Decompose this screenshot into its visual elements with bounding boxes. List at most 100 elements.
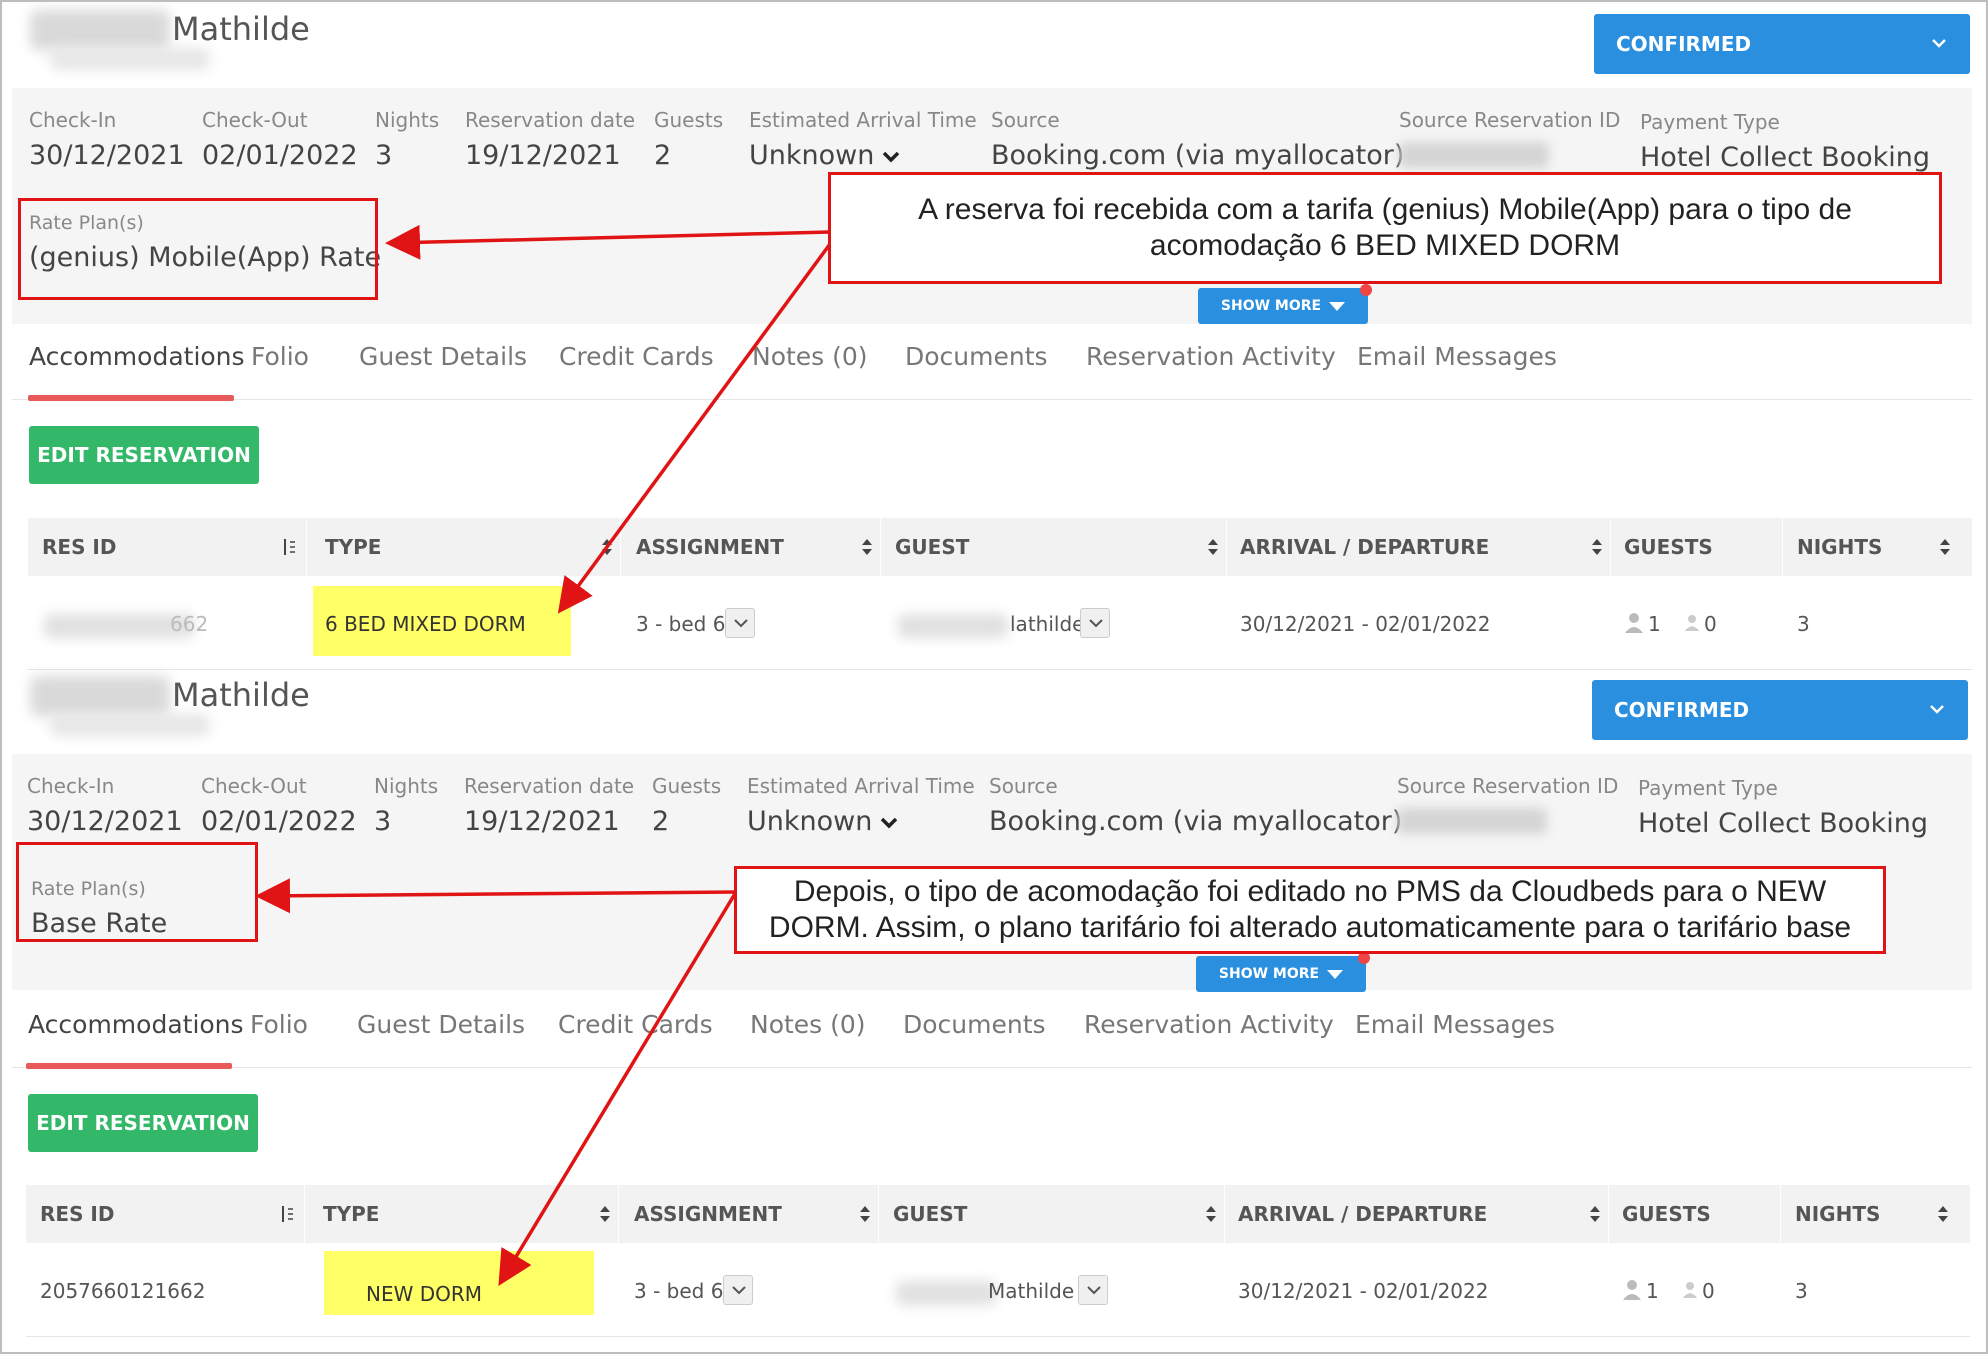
column-guest[interactable]: GUEST — [893, 1185, 967, 1243]
sort-asc-icon[interactable] — [280, 1204, 294, 1224]
blurred-guest-surname — [896, 1281, 996, 1305]
tab-email-messages[interactable]: Email Messages — [1355, 1010, 1555, 1039]
column-guests[interactable]: GUESTS — [1624, 518, 1713, 576]
payment-type-field: Payment Type Hotel Collect Booking — [1640, 110, 1931, 173]
assignment-dropdown[interactable] — [723, 1275, 753, 1305]
tab-folio[interactable]: Folio — [251, 342, 309, 371]
checkin-field: Check-In 30/12/2021 — [29, 108, 185, 171]
res-id: 2057660121662 — [40, 1279, 206, 1303]
status-dropdown[interactable]: CONFIRMED — [1594, 14, 1970, 74]
nights-field: Nights 3 — [374, 774, 439, 837]
tab-documents[interactable]: Documents — [905, 342, 1048, 371]
tab-credit-cards[interactable]: Credit Cards — [559, 342, 714, 371]
table-row[interactable]: 2057660121662 NEW DORM 3 - bed 6 Mathild… — [26, 1245, 1970, 1337]
tab-guest-details[interactable]: Guest Details — [359, 342, 527, 371]
sort-icon[interactable] — [1206, 537, 1220, 557]
column-divider — [1226, 518, 1227, 576]
chevron-down-icon[interactable] — [880, 146, 902, 168]
sort-icon[interactable] — [1590, 537, 1604, 557]
reservation-panel-original: Mathilde CONFIRMED Check-In 30/12/2021 C… — [0, 0, 1988, 670]
column-nights[interactable]: NIGHTS — [1797, 518, 1882, 576]
adults-count: 1 — [1646, 1279, 1659, 1303]
blurred-source-id — [1399, 142, 1549, 168]
tab-accommodations[interactable]: Accommodations — [29, 342, 245, 371]
blurred-reservation-number — [50, 48, 210, 70]
guest-name-cell: Mathilde — [988, 1279, 1075, 1303]
source-field: Source Booking.com (via myallocator) — [991, 108, 1405, 171]
column-divider — [880, 518, 881, 576]
sort-icon[interactable] — [1936, 1204, 1950, 1224]
active-tab-indicator — [26, 1063, 232, 1069]
source-field: Source Booking.com (via myallocator) — [989, 774, 1403, 837]
column-assignment[interactable]: ASSIGNMENT — [634, 1185, 782, 1243]
annotation-callout: A reserva foi recebida com a tarifa (gen… — [828, 172, 1942, 284]
column-type[interactable]: TYPE — [325, 518, 381, 576]
eta-field[interactable]: Estimated Arrival Time Unknown — [749, 108, 977, 171]
room-assignment: 3 - bed 6 — [636, 612, 726, 636]
sort-icon[interactable] — [600, 537, 614, 557]
chevron-down-icon — [1930, 705, 1944, 714]
column-divider — [1608, 1185, 1609, 1243]
column-divider — [1610, 518, 1611, 576]
sort-asc-icon[interactable] — [282, 537, 296, 557]
tab-reservation-activity[interactable]: Reservation Activity — [1084, 1010, 1334, 1039]
guest-dropdown[interactable] — [1080, 608, 1110, 638]
assignment-dropdown[interactable] — [725, 608, 755, 638]
chevron-down-icon[interactable] — [878, 812, 900, 834]
tab-notes[interactable]: Notes (0) — [750, 1010, 866, 1039]
tab-email-messages[interactable]: Email Messages — [1357, 342, 1557, 371]
column-res-id[interactable]: RES ID — [42, 518, 116, 576]
rate-plan-highlight-box — [16, 842, 258, 942]
tab-reservation-activity[interactable]: Reservation Activity — [1086, 342, 1336, 371]
reservation-panel-edited: Mathilde CONFIRMED Check-In 30/12/2021 C… — [0, 666, 1988, 1337]
chevron-down-icon — [734, 619, 748, 628]
nights-field: Nights 3 — [375, 108, 440, 171]
accommodations-table-header: RES ID TYPE ASSIGNMENT GUEST ARRIVAL / D… — [26, 1185, 1970, 1243]
show-more-button[interactable]: SHOW MORE — [1196, 956, 1366, 992]
payment-type-field: Payment Type Hotel Collect Booking — [1638, 776, 1929, 839]
blurred-guest-name — [898, 614, 1008, 638]
chevron-down-icon — [1087, 1286, 1101, 1295]
column-divider — [304, 1185, 305, 1243]
eta-field[interactable]: Estimated Arrival Time Unknown — [747, 774, 975, 837]
status-dropdown[interactable]: CONFIRMED — [1592, 680, 1968, 740]
adult-icon — [1625, 613, 1643, 633]
column-arrival-departure[interactable]: ARRIVAL / DEPARTURE — [1240, 518, 1489, 576]
guest-dropdown[interactable] — [1078, 1275, 1108, 1305]
guests-field: Guests 2 — [654, 108, 724, 171]
child-icon — [1682, 1282, 1698, 1298]
sort-icon[interactable] — [1204, 1204, 1218, 1224]
column-type[interactable]: TYPE — [323, 1185, 379, 1243]
sort-icon[interactable] — [858, 1204, 872, 1224]
column-nights[interactable]: NIGHTS — [1795, 1185, 1880, 1243]
tab-credit-cards[interactable]: Credit Cards — [558, 1010, 713, 1039]
guest-name: Mathilde — [172, 676, 310, 714]
tab-folio[interactable]: Folio — [250, 1010, 308, 1039]
edit-reservation-button[interactable]: EDIT RESERVATION — [28, 1094, 258, 1152]
column-res-id[interactable]: RES ID — [40, 1185, 114, 1243]
column-divider — [1224, 1185, 1225, 1243]
sort-icon[interactable] — [1588, 1204, 1602, 1224]
column-guest[interactable]: GUEST — [895, 518, 969, 576]
column-divider — [306, 518, 307, 576]
blurred-reservation-number — [50, 714, 210, 736]
tab-guest-details[interactable]: Guest Details — [357, 1010, 525, 1039]
column-guests[interactable]: GUESTS — [1622, 1185, 1711, 1243]
sort-icon[interactable] — [860, 537, 874, 557]
sort-icon[interactable] — [598, 1204, 612, 1224]
accommodations-table-header: RES ID TYPE ASSIGNMENT GUEST ARRIVAL / D… — [28, 518, 1972, 576]
tab-documents[interactable]: Documents — [903, 1010, 1046, 1039]
show-more-button[interactable]: SHOW MORE — [1198, 288, 1368, 324]
sort-icon[interactable] — [1938, 537, 1952, 557]
source-reservation-id-field: Source Reservation ID — [1397, 774, 1618, 838]
column-assignment[interactable]: ASSIGNMENT — [636, 518, 784, 576]
tab-notes[interactable]: Notes (0) — [752, 342, 868, 371]
caret-down-icon — [1329, 301, 1346, 311]
res-id-tail: 662 — [170, 612, 209, 636]
edit-reservation-button[interactable]: EDIT RESERVATION — [29, 426, 259, 484]
tab-accommodations[interactable]: Accommodations — [28, 1010, 244, 1039]
table-row[interactable]: 662 6 BED MIXED DORM 3 - bed 6 lathilde … — [28, 578, 1972, 670]
notification-dot — [1360, 284, 1372, 296]
checkout-field: Check-Out 02/01/2022 — [201, 774, 357, 837]
column-arrival-departure[interactable]: ARRIVAL / DEPARTURE — [1238, 1185, 1487, 1243]
